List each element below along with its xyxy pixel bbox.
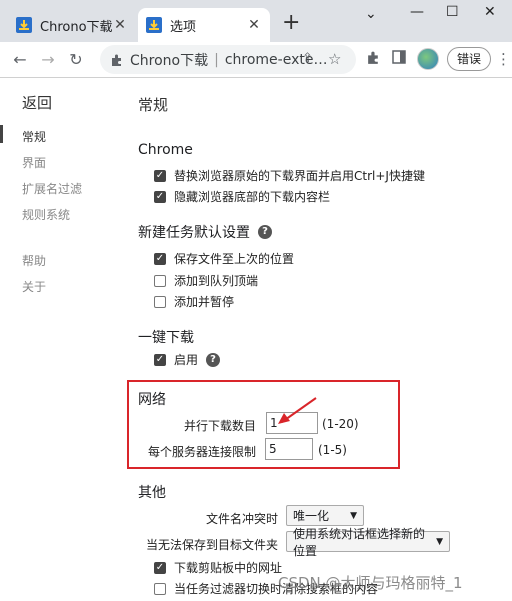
server-connection-range: (1-5) [318, 443, 347, 457]
bookmark-star-icon[interactable]: ☆ [328, 50, 341, 68]
checkbox-checked[interactable]: ✓ [154, 561, 166, 574]
close-icon[interactable]: ✕ [246, 17, 262, 33]
server-connection-input[interactable]: 5 [265, 438, 313, 460]
extensions-puzzle-icon[interactable] [366, 50, 381, 65]
checkbox-unchecked[interactable] [154, 582, 166, 595]
option-save-last-location[interactable]: ✓ 保存文件至上次的位置 [154, 250, 294, 267]
option-label: 替换浏览器原始的下载界面并启用Ctrl+J快捷键 [174, 169, 425, 183]
save-fail-select[interactable]: 使用系统对话框选择新的位置 ▼ [286, 527, 450, 558]
menu-kebab-icon[interactable]: ⋮ [496, 50, 511, 68]
back-link[interactable]: 返回 [22, 92, 52, 113]
maximize-icon[interactable]: ☐ [446, 4, 459, 20]
new-tab-button[interactable]: + [282, 10, 300, 36]
sidebar-item-about[interactable]: 关于 [22, 278, 46, 295]
profile-error-button[interactable]: 错误 [447, 47, 491, 71]
help-question-icon[interactable]: ? [258, 225, 272, 239]
dropdown-arrow-icon: ▼ [350, 510, 357, 521]
sidebar-item-extension-filter[interactable]: 扩展名过滤 [22, 180, 82, 197]
checkbox-unchecked[interactable] [154, 295, 166, 308]
sidebar-item-interface[interactable]: 界面 [22, 154, 46, 171]
section-heading-text: 新建任务默认设置 [138, 225, 250, 241]
reload-icon[interactable]: ↻ [64, 48, 88, 72]
section-heading-chrome: Chrome [138, 142, 193, 158]
forward-arrow-icon[interactable]: → [36, 48, 60, 72]
share-icon[interactable]: ⇪ [302, 51, 313, 66]
window-close-icon[interactable]: ✕ [484, 4, 496, 20]
select-value: 使用系统对话框选择新的位置 [293, 526, 426, 558]
extension-puzzle-icon [112, 54, 121, 66]
url-part-extension-name: Chrono下载 [130, 52, 209, 69]
select-value: 唯一化 [293, 509, 330, 523]
parallel-downloads-label: 并行下载数目 [183, 419, 256, 433]
option-replace-download-ui[interactable]: ✓ 替换浏览器原始的下载界面并启用Ctrl+J快捷键 [154, 167, 425, 184]
option-download-clipboard-url[interactable]: ✓ 下载剪贴板中的网址 [154, 559, 282, 576]
sidebar-item-help[interactable]: 帮助 [22, 252, 46, 269]
section-heading-network: 网络 [138, 392, 166, 408]
option-add-to-queue-top[interactable]: 添加到队列顶端 [154, 272, 258, 289]
option-one-click-enable[interactable]: ✓ 启用 ? [154, 351, 221, 368]
parallel-downloads-range: (1-20) [322, 417, 359, 431]
option-add-and-pause[interactable]: 添加并暂停 [154, 293, 234, 310]
option-hide-download-bar[interactable]: ✓ 隐藏浏览器底部的下载内容栏 [154, 188, 330, 205]
tab-title: Chrono下载管理 [40, 19, 112, 35]
checkbox-unchecked[interactable] [154, 274, 166, 287]
browser-toolbar: ← → ↻ Chrono下载 | chrome-exte… ⇪ ☆ 错误 ⋮ [0, 42, 512, 78]
section-heading-new-task: 新建任务默认设置 ? [138, 222, 272, 242]
filename-conflict-select[interactable]: 唯一化 ▼ [286, 505, 364, 526]
section-heading-one-click: 一键下载 [138, 330, 194, 346]
help-question-icon[interactable]: ? [206, 352, 221, 367]
active-item-marker [0, 125, 3, 143]
filename-conflict-label: 文件名冲突时 [205, 512, 278, 526]
minimize-icon[interactable]: — [410, 4, 424, 20]
settings-sidebar: 返回 常规 界面 扩展名过滤 规则系统 帮助 关于 [0, 78, 118, 601]
option-label: 添加并暂停 [174, 295, 235, 309]
download-icon [146, 17, 162, 33]
save-fail-label: 当无法保存到目标文件夹 [145, 538, 278, 552]
section-heading-other: 其他 [138, 485, 166, 501]
tab-strip: Chrono下载管理 ✕ 选项 ✕ + ⌄ — ☐ ✕ [0, 0, 512, 42]
server-connection-label: 每个服务器连接限制 [147, 445, 256, 459]
checkbox-checked[interactable]: ✓ [154, 169, 166, 182]
back-arrow-icon[interactable]: ← [8, 48, 32, 72]
annotation-arrow-icon [278, 397, 317, 424]
download-icon [16, 17, 32, 33]
tab-options[interactable]: 选项 ✕ [138, 8, 270, 42]
checkbox-checked[interactable]: ✓ [154, 190, 166, 203]
option-label: 隐藏浏览器底部的下载内容栏 [174, 190, 331, 204]
watermark-text: CSDN @大师与玛格丽特_1 [278, 574, 463, 592]
dropdown-arrow-icon: ▼ [436, 536, 443, 547]
checkbox-checked[interactable]: ✓ [154, 252, 166, 265]
option-label: 添加到队列顶端 [174, 274, 259, 288]
profile-avatar[interactable] [417, 48, 439, 70]
sidebar-item-general[interactable]: 常规 [22, 128, 46, 145]
close-icon[interactable]: ✕ [112, 17, 128, 33]
tab-title: 选项 [170, 19, 197, 35]
side-panel-icon[interactable] [392, 50, 406, 64]
option-label: 下载剪贴板中的网址 [174, 561, 283, 575]
tab-search-chevron-icon[interactable]: ⌄ [365, 6, 377, 22]
address-bar[interactable]: Chrono下载 | chrome-exte… [100, 45, 356, 74]
sidebar-item-rule-system[interactable]: 规则系统 [22, 206, 70, 223]
tab-chrono-manager[interactable]: Chrono下载管理 ✕ [8, 8, 136, 42]
url-separator: | [214, 51, 219, 68]
option-label: 保存文件至上次的位置 [174, 252, 295, 266]
checkbox-checked[interactable]: ✓ [154, 353, 166, 366]
option-label: 启用 [174, 353, 199, 367]
page-title: 常规 [138, 96, 169, 114]
